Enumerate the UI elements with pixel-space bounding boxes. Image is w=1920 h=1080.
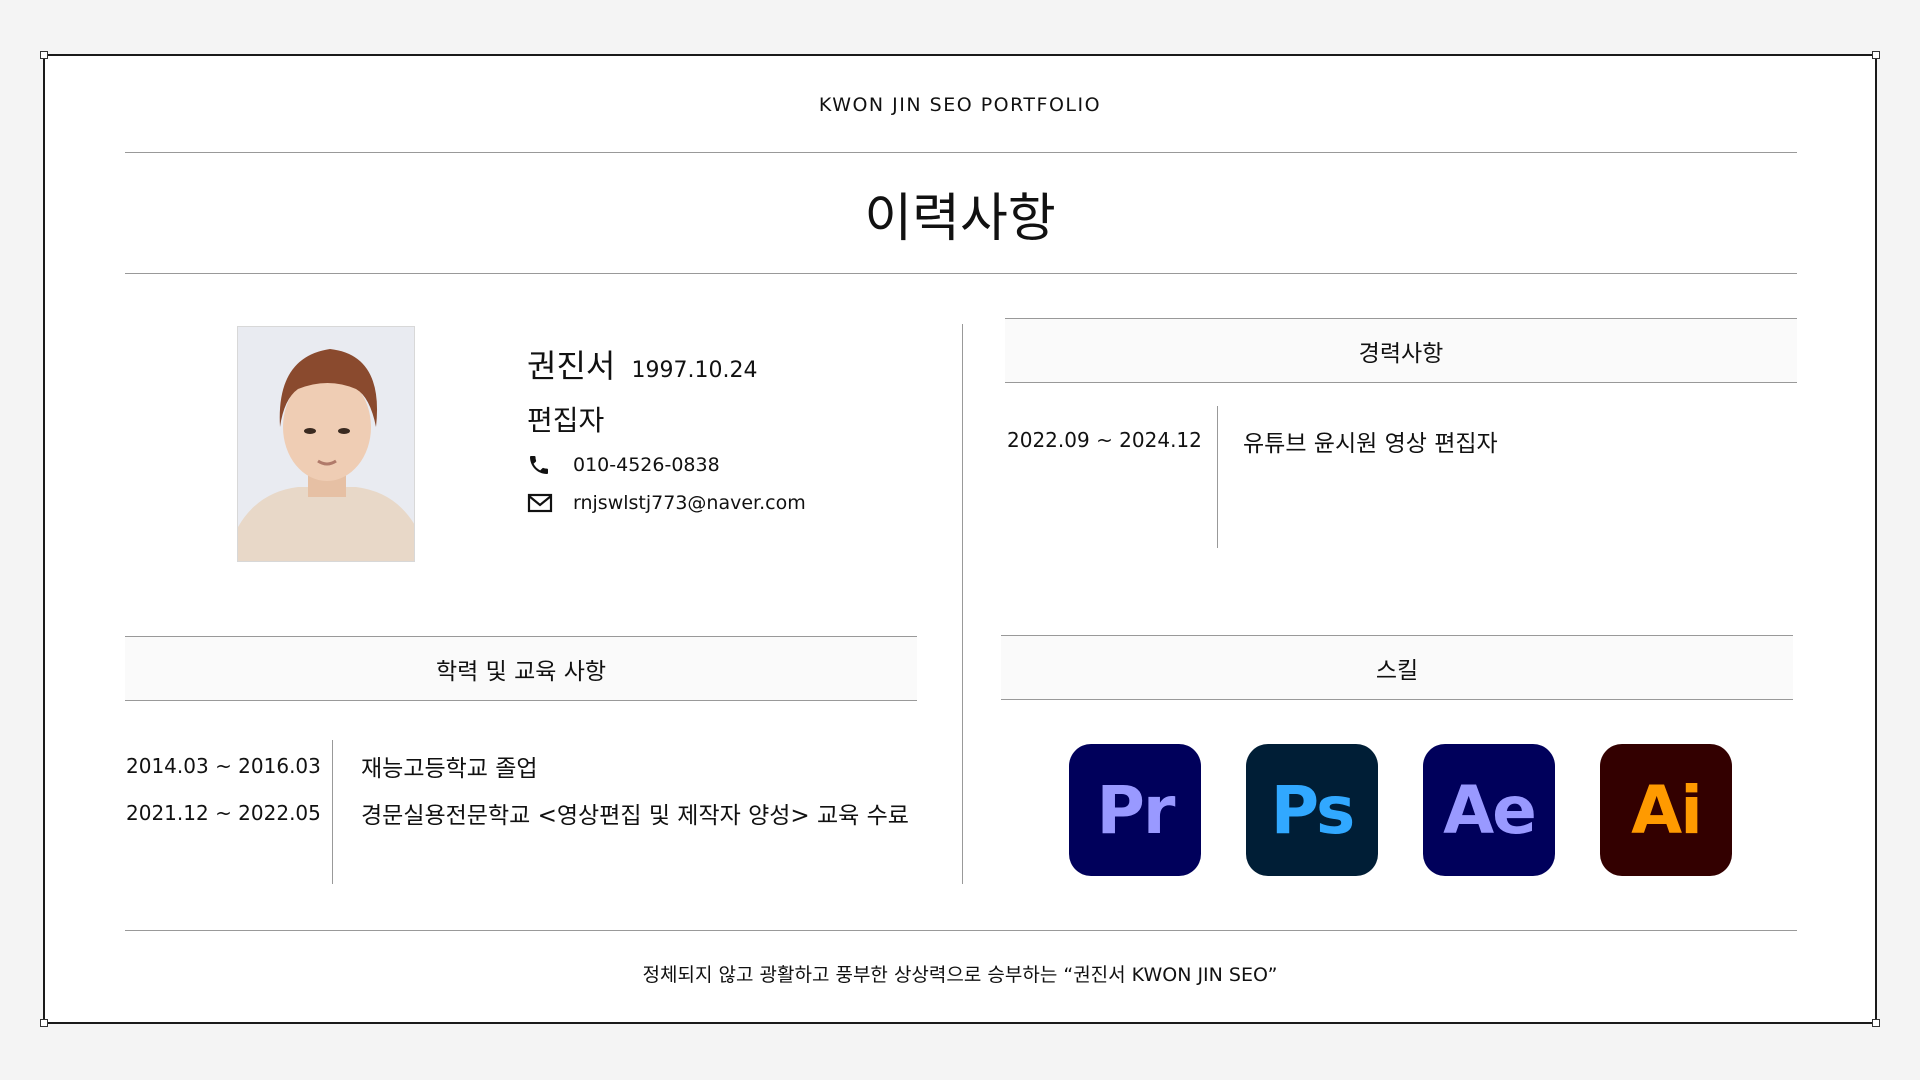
career-section-title: 경력사항 <box>1358 340 1444 367</box>
center-divider <box>962 324 963 884</box>
resize-handle-top-left[interactable] <box>40 51 48 59</box>
profile-name-row: 권진서 1997.10.24 <box>527 346 806 391</box>
skill-label: Pr <box>1096 771 1176 849</box>
divider <box>125 273 1797 274</box>
illustrator-icon: Ai <box>1600 744 1732 876</box>
education-period: 2014.03 ~ 2016.03 <box>126 754 321 778</box>
after-effects-icon: Ae <box>1423 744 1555 876</box>
career-period: 2022.09 ~ 2024.12 <box>1007 428 1202 452</box>
skills-section-header: 스킬 <box>1001 635 1793 700</box>
skill-label: Ae <box>1443 771 1537 849</box>
career-divider <box>1217 406 1218 548</box>
resize-handle-bottom-right[interactable] <box>1872 1019 1880 1027</box>
portfolio-frame: KWON JIN SEO PORTFOLIO 이력사항 권진서 1997.10.… <box>40 51 1880 1027</box>
resize-handle-bottom-left[interactable] <box>40 1019 48 1027</box>
skill-label: Ai <box>1631 771 1703 849</box>
education-description: 재능고등학교 졸업 <box>361 756 538 782</box>
skills-section-title: 스킬 <box>1375 657 1419 684</box>
skills-list: Pr Ps Ae Ai <box>1069 744 1732 876</box>
contact-email: rnjswlstj773@naver.com <box>527 491 806 515</box>
resize-handle-top-right[interactable] <box>1872 51 1880 59</box>
career-section-header: 경력사항 <box>1005 318 1797 383</box>
profile-photo <box>237 326 415 562</box>
photoshop-icon: Ps <box>1246 744 1378 876</box>
education-divider <box>332 740 333 884</box>
email-address[interactable]: rnjswlstj773@naver.com <box>573 492 806 514</box>
education-period: 2021.12 ~ 2022.05 <box>126 801 321 825</box>
divider <box>125 152 1797 153</box>
page-title: 이력사항 <box>864 189 1056 249</box>
portfolio-header: KWON JIN SEO PORTFOLIO <box>818 94 1102 116</box>
phone-number: 010-4526-0838 <box>573 454 720 476</box>
footer-slogan: 정체되지 않고 광활하고 풍부한 상상력으로 승부하는 “권진서 KWON JI… <box>642 964 1278 986</box>
phone-icon <box>527 453 553 477</box>
profile-birthdate: 1997.10.24 <box>631 358 758 383</box>
profile-role: 편집자 <box>527 404 605 437</box>
education-section-header: 학력 및 교육 사항 <box>125 636 917 701</box>
profile-name: 권진서 <box>527 347 616 385</box>
premiere-pro-icon: Pr <box>1069 744 1201 876</box>
skill-label: Ps <box>1270 771 1355 849</box>
career-description: 유튜브 윤시원 영상 편집자 <box>1243 431 1498 457</box>
profile-info: 권진서 1997.10.24 편집자 010-4526-0838 rnjswls… <box>527 346 806 515</box>
divider <box>125 930 1797 931</box>
education-section-title: 학력 및 교육 사항 <box>435 658 607 685</box>
mail-icon <box>527 491 553 515</box>
education-description: 경문실용전문학교 <영상편집 및 제작자 양성> 교육 수료 <box>361 803 909 829</box>
contact-phone: 010-4526-0838 <box>527 453 806 477</box>
